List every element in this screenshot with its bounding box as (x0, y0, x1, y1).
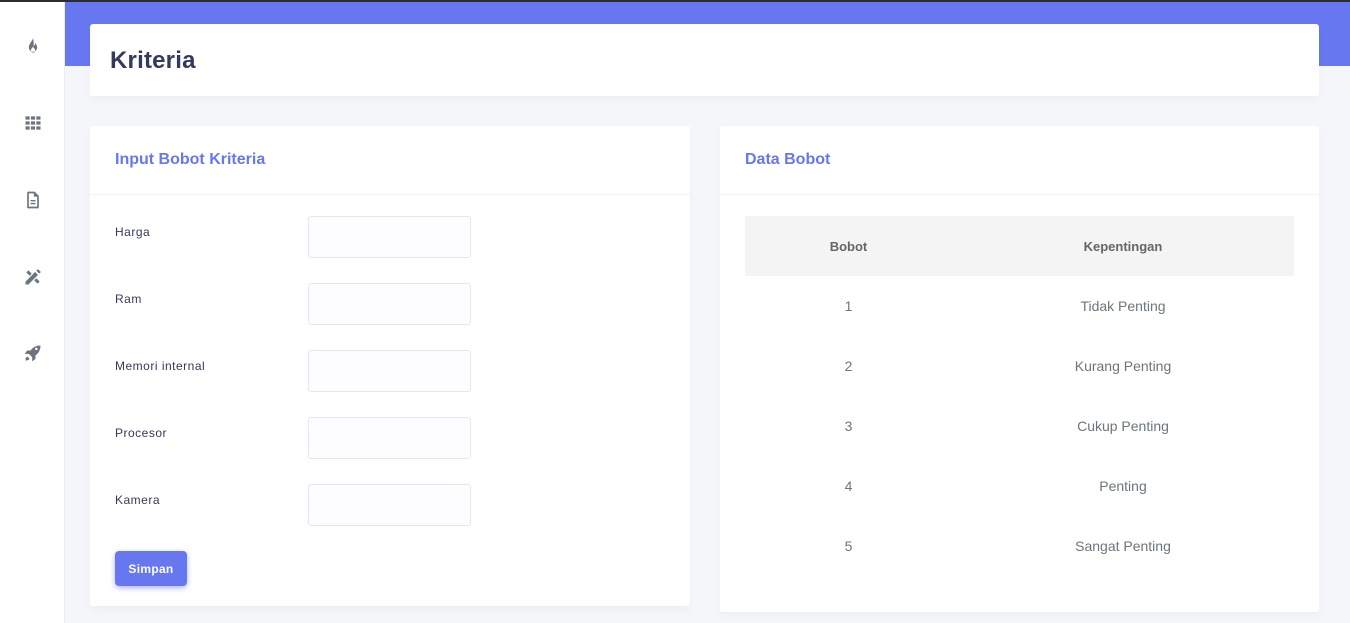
field-label: Memori internal (115, 359, 206, 373)
bobot-cell: 4 (844, 478, 853, 494)
form-row-procesor: Procesor (115, 417, 475, 459)
table-row: 3 Cukup Penting (745, 396, 1294, 456)
field-label: Kamera (115, 493, 161, 507)
kepentingan-cell: Kurang Penting (1074, 358, 1172, 374)
sidebar (0, 0, 65, 623)
card-title: Data Bobot (745, 151, 831, 168)
kepentingan-cell: Sangat Penting (1075, 538, 1171, 554)
fire-icon[interactable] (18, 31, 48, 61)
card-title: Input Bobot Kriteria (115, 151, 266, 168)
form-row-memori-internal: Memori internal (115, 350, 475, 392)
input-bobot-card: Input Bobot Kriteria Harga Ram Memori in… (90, 126, 690, 606)
procesor-input[interactable] (308, 417, 471, 459)
field-label: Procesor (115, 426, 168, 440)
card-header: Input Bobot Kriteria (90, 126, 690, 195)
bobot-cell: 5 (844, 538, 853, 554)
pencil-ruler-icon[interactable] (18, 262, 48, 292)
memori-internal-input[interactable] (308, 350, 471, 392)
harga-input[interactable] (308, 216, 471, 258)
kepentingan-cell: Penting (1099, 478, 1147, 494)
form-row-kamera: Kamera (115, 484, 475, 526)
simpan-button[interactable]: Simpan (115, 551, 187, 586)
table-row: 2 Kurang Penting (745, 336, 1294, 396)
field-label: Harga (115, 225, 151, 239)
table-row: 1 Tidak Penting (745, 276, 1294, 336)
kepentingan-cell: Cukup Penting (1077, 418, 1169, 434)
grid-icon[interactable] (18, 108, 48, 138)
bobot-cell: 1 (844, 298, 853, 314)
top-border (0, 0, 1350, 2)
ram-input[interactable] (308, 283, 471, 325)
card-header: Data Bobot (720, 126, 1319, 195)
data-bobot-card: Data Bobot Bobot Kepentingan 1 Tidak Pen… (720, 126, 1319, 612)
table-row: 5 Sangat Penting (745, 516, 1294, 576)
table-row: 4 Penting (745, 456, 1294, 516)
form-row-harga: Harga (115, 216, 475, 258)
page-title: Kriteria (110, 47, 196, 74)
bobot-table: Bobot Kepentingan 1 Tidak Penting 2 Kura… (745, 216, 1294, 576)
bobot-cell: 2 (844, 358, 853, 374)
kepentingan-cell: Tidak Penting (1080, 298, 1166, 314)
field-label: Ram (115, 292, 142, 306)
kamera-input[interactable] (308, 484, 471, 526)
form-row-ram: Ram (115, 283, 475, 325)
bobot-cell: 3 (844, 418, 853, 434)
rocket-icon[interactable] (18, 338, 48, 368)
table-header-row: Bobot Kepentingan (745, 216, 1294, 276)
column-header-bobot: Bobot (745, 216, 952, 276)
page-header-card: Kriteria (90, 24, 1319, 96)
document-icon[interactable] (18, 185, 48, 215)
column-header-kepentingan: Kepentingan (952, 216, 1294, 276)
